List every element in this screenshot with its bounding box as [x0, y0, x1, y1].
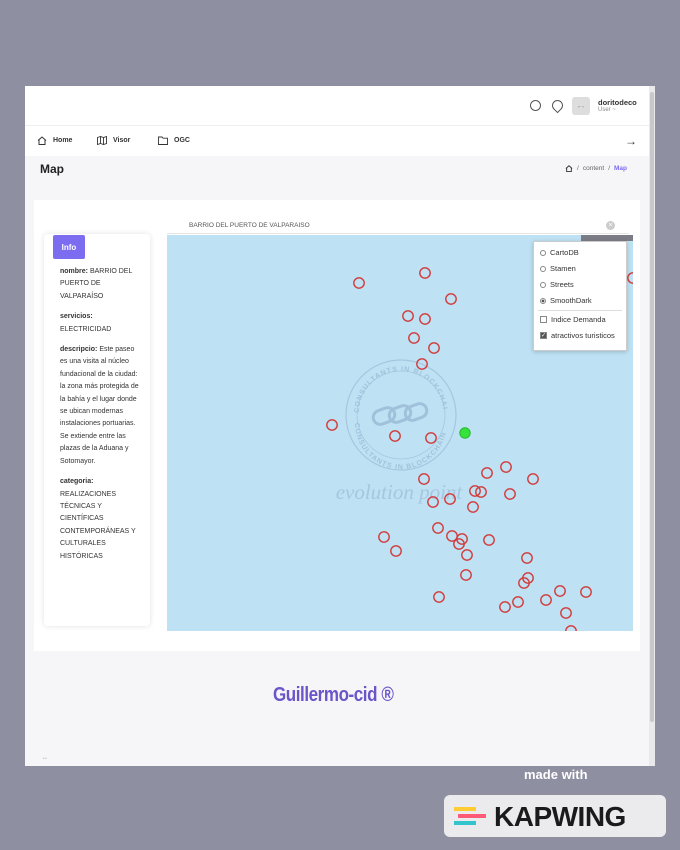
- map-marker[interactable]: [408, 332, 420, 344]
- layer-streets[interactable]: Streets: [540, 280, 574, 289]
- map-marker[interactable]: [378, 531, 390, 543]
- checkbox-checked-icon[interactable]: ✓: [540, 332, 547, 339]
- home-icon[interactable]: [565, 165, 573, 172]
- map-marker[interactable]: [527, 473, 539, 485]
- kapwing-logo-icon: [454, 807, 486, 825]
- chain-links-icon: [371, 402, 429, 426]
- map-marker[interactable]: [390, 545, 402, 557]
- map-marker[interactable]: [353, 277, 365, 289]
- map-marker[interactable]: [560, 607, 572, 619]
- made-with-label: made with: [524, 767, 588, 782]
- map-marker[interactable]: [461, 549, 473, 561]
- map-marker[interactable]: [389, 430, 401, 442]
- notification-icon[interactable]: [530, 100, 541, 111]
- map-search-text: BARRIO DEL PUERTO DE VALPARAISO: [189, 222, 310, 229]
- selected-map-marker[interactable]: [459, 427, 471, 439]
- page-title: Map: [40, 162, 64, 176]
- close-icon[interactable]: ×: [606, 221, 615, 230]
- radio-icon[interactable]: [540, 265, 546, 272]
- map-marker[interactable]: [565, 625, 577, 631]
- avatar[interactable]: ⌐ ¬: [572, 97, 590, 115]
- scrollbar[interactable]: [649, 86, 655, 766]
- map-marker[interactable]: [483, 534, 495, 546]
- map-marker[interactable]: [419, 267, 431, 279]
- map-search-bar[interactable]: BARRIO DEL PUERTO DE VALPARAISO ×: [167, 220, 629, 234]
- layer-smoothdark[interactable]: SmoothDark: [540, 296, 592, 305]
- info-servicios: servicios: ELECTRICIDAD: [60, 313, 112, 333]
- map-marker[interactable]: [428, 342, 440, 354]
- checkbox-icon[interactable]: [540, 316, 547, 323]
- map-marker[interactable]: [554, 585, 566, 597]
- info-categoria: categoria: REALIZACIONES TÉCNICAS Y CIENT…: [60, 478, 136, 560]
- breadcrumb-map: Map: [614, 165, 627, 172]
- top-bar: ⌐ ¬ doritodeco User ~: [25, 86, 649, 126]
- watermark-ring-bottom: CONSULTANTS IN BLOCKCHAIN: [353, 423, 448, 471]
- map-marker[interactable]: [475, 486, 487, 498]
- layer-control[interactable]: CartoDB Stamen Streets SmoothDark Indice…: [533, 241, 627, 351]
- map-marker[interactable]: [419, 313, 431, 325]
- scrollbar-thumb[interactable]: [650, 92, 654, 722]
- info-details: nombre: BARRIO DEL PUERTO DE VALPARAÍSO …: [60, 266, 142, 571]
- location-icon[interactable]: [549, 97, 566, 114]
- watermark: CONSULTANTS IN BLOCKCHAIN CONSULTANTS IN…: [167, 235, 463, 504]
- user-role-dropdown[interactable]: User ~: [598, 107, 616, 113]
- nav-ogc-label: OGC: [174, 137, 190, 144]
- map-marker[interactable]: [512, 596, 524, 608]
- layer-stamen[interactable]: Stamen: [540, 264, 576, 273]
- map-marker[interactable]: [627, 272, 633, 284]
- map-icon: [97, 136, 107, 145]
- folder-icon: [158, 136, 168, 145]
- watermark-ring: [345, 359, 457, 471]
- info-descripcio: descripcio: Este paseo es una visita al …: [60, 346, 139, 465]
- nav-home[interactable]: Home: [37, 136, 72, 145]
- layer-divider: [538, 310, 622, 311]
- main-nav: Home Visor OGC →: [25, 126, 649, 156]
- map-marker[interactable]: [499, 601, 511, 613]
- content-panel: Info nombre: BARRIO DEL PUERTO DE VALPAR…: [34, 200, 640, 761]
- browser-window: ⌐ ¬ doritodeco User ~ Home Visor OGC → M…: [25, 86, 655, 766]
- nav-visor[interactable]: Visor: [97, 136, 130, 145]
- radio-icon[interactable]: [540, 281, 546, 288]
- map-marker[interactable]: [521, 552, 533, 564]
- page-header: Map / content / Map: [25, 156, 649, 186]
- breadcrumb-content[interactable]: content: [583, 165, 604, 172]
- overlay-atractivos[interactable]: ✓ atractivos turisticos: [540, 331, 615, 340]
- breadcrumb: / content / Map: [565, 165, 627, 172]
- info-button[interactable]: Info: [53, 235, 85, 259]
- signature-text: Guillermo-cid ®: [273, 684, 394, 706]
- map-marker[interactable]: [433, 591, 445, 603]
- map-marker[interactable]: [460, 569, 472, 581]
- layer-cartodb[interactable]: CartoDB: [540, 248, 579, 257]
- nav-ogc[interactable]: OGC: [158, 136, 190, 145]
- nav-home-label: Home: [53, 137, 73, 144]
- map-marker[interactable]: [580, 586, 592, 598]
- map-marker[interactable]: [467, 501, 479, 513]
- map-marker[interactable]: [432, 522, 444, 534]
- overlay-indice-demanda[interactable]: Indice Demanda: [540, 315, 606, 324]
- map-marker[interactable]: [445, 293, 457, 305]
- user-name[interactable]: doritodeco: [598, 98, 637, 107]
- map-marker[interactable]: [425, 432, 437, 444]
- watermark-ring-top: CONSULTANTS IN BLOCKCHAIN: [167, 235, 448, 413]
- map-marker[interactable]: [504, 488, 516, 500]
- map-marker[interactable]: [326, 419, 338, 431]
- map-marker[interactable]: [540, 594, 552, 606]
- map-marker[interactable]: [500, 461, 512, 473]
- map-marker[interactable]: [402, 310, 414, 322]
- radio-icon[interactable]: [540, 249, 546, 256]
- expand-handle-icon[interactable]: ↔: [42, 755, 48, 761]
- arrow-right-icon[interactable]: →: [625, 134, 637, 148]
- map-canvas[interactable]: CONSULTANTS IN BLOCKCHAIN CONSULTANTS IN…: [167, 235, 633, 631]
- map-marker[interactable]: [481, 467, 493, 479]
- kapwing-brand: KAPWING: [494, 801, 626, 832]
- info-nombre: nombre: BARRIO DEL PUERTO DE VALPARAÍSO: [60, 268, 133, 300]
- radio-selected-icon[interactable]: [540, 297, 546, 304]
- kapwing-badge: KAPWING: [444, 795, 666, 837]
- home-icon: [37, 136, 47, 145]
- nav-visor-label: Visor: [113, 137, 131, 144]
